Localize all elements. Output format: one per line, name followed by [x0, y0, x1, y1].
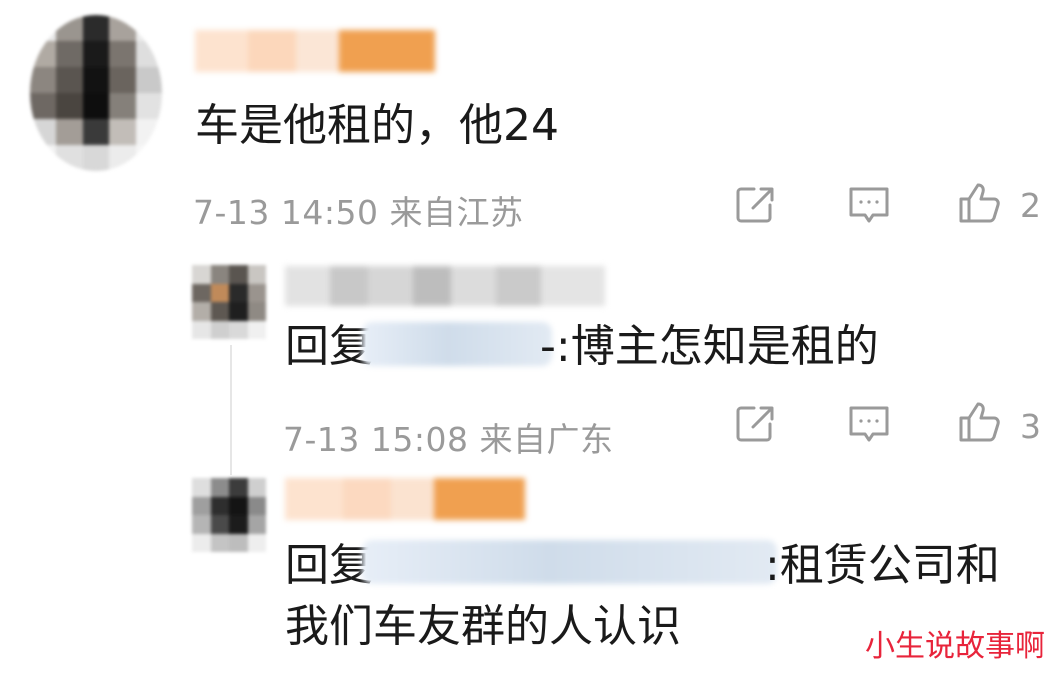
reply-text: -:博主怎知是租的	[540, 321, 879, 372]
reply-meta: 7-13 15:08 来自广东	[283, 420, 614, 459]
like-count: 3	[1020, 407, 1041, 446]
share-icon[interactable]	[732, 182, 778, 228]
share-icon[interactable]	[732, 401, 778, 447]
username[interactable]	[195, 30, 435, 72]
thread-line	[230, 345, 232, 475]
like-count: 2	[1020, 186, 1041, 225]
reply-icon[interactable]	[846, 182, 892, 228]
reply-text-line1: :租赁公司和	[765, 540, 1000, 591]
username[interactable]	[285, 478, 525, 520]
avatar[interactable]	[192, 265, 266, 339]
comment-text: 车是他租的，他24	[195, 100, 559, 151]
mentioned-username[interactable]	[362, 540, 777, 584]
reply-prefix: 回复	[285, 540, 373, 591]
comment-meta: 7-13 14:50 来自江苏	[193, 193, 524, 232]
watermark: 小生说故事啊	[865, 629, 1045, 664]
like-icon[interactable]	[957, 399, 1003, 445]
avatar[interactable]	[192, 478, 266, 552]
reply-prefix: 回复	[285, 321, 373, 372]
reply-text-line2: 我们车友群的人认识	[285, 601, 681, 652]
mentioned-username[interactable]	[362, 322, 552, 366]
username[interactable]	[285, 266, 605, 306]
like-icon[interactable]	[957, 180, 1003, 226]
avatar[interactable]	[30, 15, 162, 171]
reply-icon[interactable]	[846, 401, 892, 447]
